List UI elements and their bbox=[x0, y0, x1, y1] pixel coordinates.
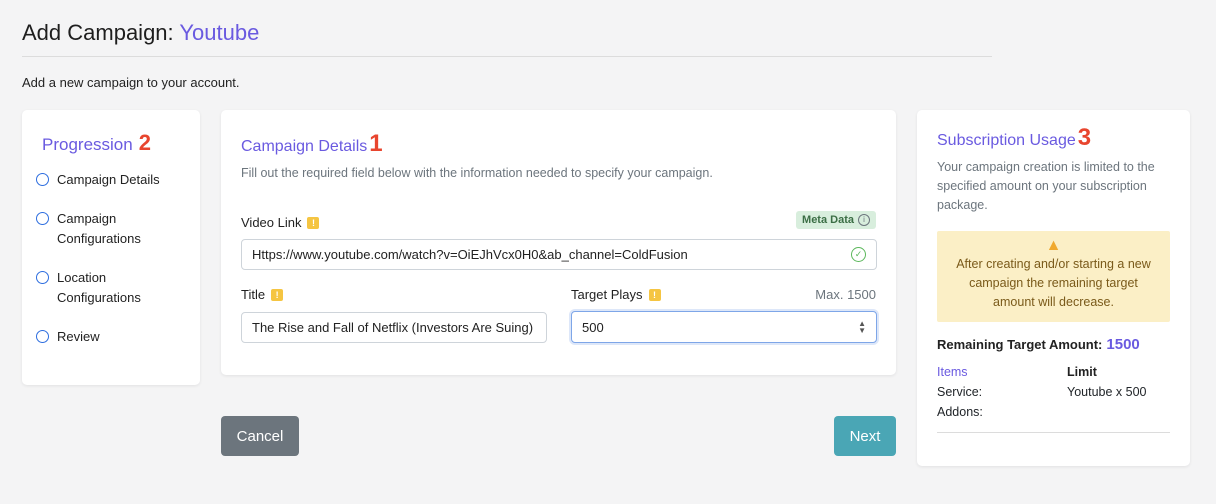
progression-card: Progression 2 Campaign Details Campaign … bbox=[22, 110, 200, 385]
target-plays-label-text: Target Plays bbox=[571, 287, 643, 302]
page-title-brand: Youtube bbox=[179, 20, 260, 45]
subscription-divider bbox=[937, 432, 1170, 433]
subscription-usage-title-label: Subscription Usage bbox=[937, 132, 1076, 149]
progression-item-label: Campaign Details bbox=[57, 172, 160, 187]
progression-item-campaign-configurations[interactable]: Campaign Configurations bbox=[36, 209, 186, 249]
radio-circle-icon[interactable] bbox=[36, 212, 49, 225]
radio-circle-icon[interactable] bbox=[36, 330, 49, 343]
radio-circle-icon[interactable] bbox=[36, 271, 49, 284]
title-value: The Rise and Fall of Netflix (Investors … bbox=[252, 320, 534, 335]
progression-title-label: Progression bbox=[42, 135, 133, 154]
info-icon[interactable]: i bbox=[858, 214, 870, 226]
page-header: Add Campaign: Youtube bbox=[22, 20, 992, 57]
remaining-target-value: 1500 bbox=[1106, 336, 1140, 353]
title-label-text: Title bbox=[241, 287, 266, 302]
progression-item-label: Review bbox=[57, 329, 100, 344]
progression-list: Campaign Details Campaign Configurations… bbox=[36, 170, 186, 347]
service-label: Service: bbox=[937, 385, 983, 399]
addons-label: Addons: bbox=[937, 405, 983, 419]
target-plays-label: Target Plays ! bbox=[571, 287, 661, 302]
progression-item-location-configurations[interactable]: Location Configurations bbox=[36, 268, 186, 308]
video-link-label-text: Video Link bbox=[241, 215, 302, 230]
progression-item-review[interactable]: Review bbox=[36, 327, 186, 347]
items-header: Items bbox=[937, 365, 968, 379]
subscription-usage-card: Subscription Usage 3 Your campaign creat… bbox=[917, 110, 1190, 466]
progression-title: Progression 2 bbox=[42, 130, 186, 156]
meta-data-badge[interactable]: Meta Data i bbox=[796, 211, 876, 229]
campaign-details-card: Campaign Details 1 Fill out the required… bbox=[221, 110, 896, 375]
check-circle-icon: ✓ bbox=[851, 247, 866, 262]
subscription-usage-title: Subscription Usage 3 bbox=[937, 124, 1170, 152]
campaign-details-number: 1 bbox=[369, 130, 383, 157]
page-subtitle: Add a new campaign to your account. bbox=[22, 75, 240, 90]
campaign-details-description: Fill out the required field below with t… bbox=[241, 166, 713, 180]
progression-item-label: Campaign Configurations bbox=[57, 211, 141, 246]
subscription-description: Your campaign creation is limited to the… bbox=[937, 160, 1155, 212]
number-spinner-icon[interactable]: ▲ ▼ bbox=[858, 320, 866, 335]
remaining-target: Remaining Target Amount: 1500 bbox=[937, 336, 1170, 353]
warning-triangle-icon: ▲ bbox=[1045, 237, 1062, 254]
title-input[interactable]: The Rise and Fall of Netflix (Investors … bbox=[241, 312, 547, 343]
progression-item-label: Location Configurations bbox=[57, 270, 141, 305]
cancel-button[interactable]: Cancel bbox=[221, 416, 299, 456]
target-plays-value: 500 bbox=[582, 319, 604, 335]
progression-number: 2 bbox=[138, 130, 151, 155]
page-title-prefix: Add Campaign: bbox=[22, 20, 174, 45]
title-label: Title ! bbox=[241, 287, 284, 302]
radio-circle-icon[interactable] bbox=[36, 173, 49, 186]
page-title: Add Campaign: Youtube bbox=[22, 20, 992, 46]
target-alert: ▲ After creating and/or starting a new c… bbox=[937, 231, 1170, 322]
next-button[interactable]: Next bbox=[834, 416, 896, 456]
service-value: Youtube x 500 bbox=[1067, 385, 1147, 399]
items-table: Items Limit Service: Youtube x 500 Addon… bbox=[937, 365, 1170, 420]
target-plays-input[interactable]: 500 ▲ ▼ bbox=[571, 311, 877, 343]
campaign-details-title-label: Campaign Details bbox=[241, 138, 368, 155]
alert-text: After creating and/or starting a new cam… bbox=[956, 257, 1151, 309]
progression-item-campaign-details[interactable]: Campaign Details bbox=[36, 170, 186, 190]
campaign-details-title: Campaign Details 1 bbox=[241, 130, 876, 158]
warning-icon: ! bbox=[648, 288, 661, 301]
meta-data-label: Meta Data bbox=[802, 214, 854, 226]
remaining-target-label: Remaining Target Amount: bbox=[937, 337, 1103, 352]
subscription-usage-number: 3 bbox=[1077, 124, 1092, 151]
addons-value bbox=[1067, 405, 1170, 420]
video-link-value: Https://www.youtube.com/watch?v=OiEJhVcx… bbox=[252, 247, 688, 262]
warning-icon: ! bbox=[307, 216, 320, 229]
video-link-label: Video Link ! bbox=[241, 215, 320, 230]
limit-header: Limit bbox=[1067, 365, 1097, 379]
warning-icon: ! bbox=[271, 288, 284, 301]
video-link-input[interactable]: Https://www.youtube.com/watch?v=OiEJhVcx… bbox=[241, 239, 877, 270]
target-plays-max: Max. 1500 bbox=[815, 287, 876, 302]
